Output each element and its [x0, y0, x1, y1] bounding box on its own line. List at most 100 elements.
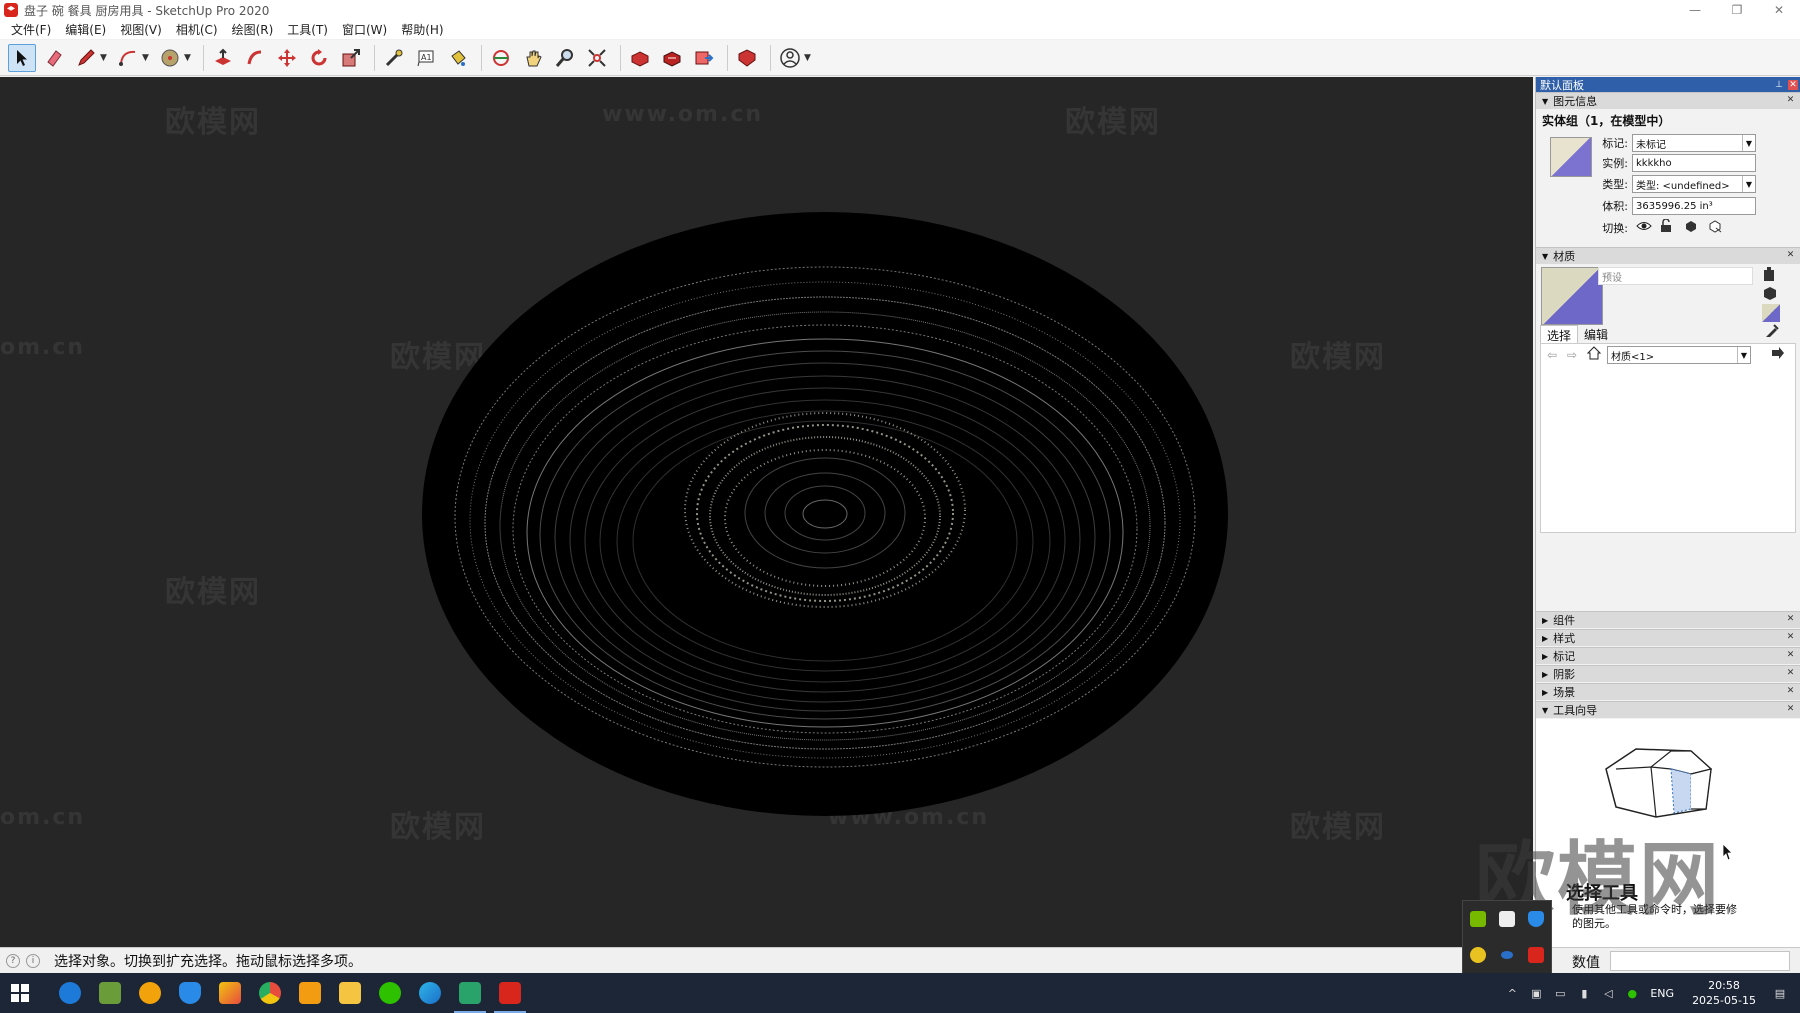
menu-tools[interactable]: 工具(T) [280, 21, 335, 38]
start-button[interactable] [0, 973, 40, 1013]
styles-header[interactable]: ▶ 样式 ✕ [1536, 629, 1800, 646]
tags-header[interactable]: ▶ 标记 ✕ [1536, 647, 1800, 664]
taskbar-minecraft-icon[interactable] [90, 973, 130, 1013]
app-red-icon[interactable] [1528, 947, 1545, 963]
clock[interactable]: 20:58 2025-05-15 [1692, 978, 1756, 1008]
section-close-icon[interactable]: ✕ [1785, 632, 1796, 643]
3d-warehouse-icon[interactable] [626, 44, 654, 72]
eraser-icon[interactable] [40, 44, 68, 72]
model-viewport[interactable]: 欧模网 www.om.cn 欧模网 om.cn 欧模网 www.om.cn 欧模… [0, 77, 1533, 947]
zoom-icon[interactable] [551, 44, 579, 72]
create-material-icon[interactable] [1762, 266, 1776, 285]
taskbar-sketchup-icon[interactable] [490, 973, 530, 1013]
pin-icon[interactable]: ⊥ [1774, 80, 1784, 90]
scale-icon[interactable] [337, 44, 365, 72]
push-pull-icon[interactable] [209, 44, 237, 72]
plate-model[interactable] [0, 77, 1533, 947]
security-shield-icon[interactable] [1528, 911, 1545, 927]
geolocation-icon[interactable]: ? [6, 953, 20, 968]
follow-me-icon[interactable] [241, 44, 269, 72]
plus-app-icon[interactable] [1469, 947, 1486, 963]
usb-icon[interactable]: ▮ [1576, 985, 1592, 1001]
tape-measure-icon[interactable] [380, 44, 408, 72]
forward-icon[interactable]: ⇨ [1567, 348, 1577, 362]
taskbar-orange-app-icon[interactable] [290, 973, 330, 1013]
network-share-icon[interactable]: ▣ [1528, 985, 1544, 1001]
move-icon[interactable] [273, 44, 301, 72]
shapes-icon[interactable] [156, 44, 184, 72]
instructor-header[interactable]: ▼ 工具向导 ✕ [1536, 701, 1800, 718]
default-material-swatch[interactable] [1762, 304, 1780, 322]
taskbar-explorer-icon[interactable] [330, 973, 370, 1013]
pencil-icon[interactable] [72, 44, 100, 72]
taskbar-security-icon[interactable] [170, 973, 210, 1013]
close-button[interactable]: ✕ [1758, 0, 1800, 20]
restore-button[interactable]: ❐ [1716, 0, 1758, 20]
menu-help[interactable]: 帮助(H) [394, 21, 450, 38]
arc-icon[interactable] [114, 44, 142, 72]
section-close-icon[interactable]: ✕ [1785, 704, 1796, 715]
components-header[interactable]: ▶ 组件 ✕ [1536, 611, 1800, 628]
material-preview-swatch[interactable] [1541, 267, 1603, 325]
menu-file[interactable]: 文件(F) [4, 21, 58, 38]
arc-dropdown-icon[interactable]: ▼ [142, 53, 152, 63]
tray-close-icon[interactable]: ✕ [1788, 79, 1798, 90]
details-arrow-icon[interactable] [1771, 346, 1785, 363]
language-indicator[interactable]: ENG [1650, 987, 1674, 1000]
taskbar-edge-icon[interactable] [410, 973, 450, 1013]
orbit-icon[interactable] [487, 44, 515, 72]
menu-view[interactable]: 视图(V) [113, 21, 169, 38]
taskbar-store-icon[interactable] [210, 973, 250, 1013]
tab-edit[interactable]: 编辑 [1578, 325, 1614, 345]
pencil-dropdown-icon[interactable]: ▼ [100, 53, 110, 63]
extension-warehouse-icon[interactable] [658, 44, 686, 72]
instance-field[interactable]: kkkkho [1632, 154, 1756, 172]
wechat-tray-icon[interactable]: ● [1624, 985, 1640, 1001]
taskbar-wechat-icon[interactable] [370, 973, 410, 1013]
measurements-input[interactable] [1610, 951, 1790, 971]
display-secondary-icon[interactable] [1762, 285, 1778, 304]
tab-select[interactable]: 选择 [1540, 325, 1579, 345]
section-close-icon[interactable]: ✕ [1785, 95, 1796, 106]
windows-update-icon[interactable] [1498, 911, 1515, 927]
collection-dropdown[interactable]: 材质<1> ▼ [1607, 346, 1751, 364]
taskbar-ie-icon[interactable] [50, 973, 90, 1013]
material-name-field[interactable]: 预设 [1598, 267, 1753, 285]
section-close-icon[interactable]: ✕ [1785, 614, 1796, 625]
extension-manager-icon[interactable] [733, 44, 761, 72]
taskbar-player-icon[interactable] [130, 973, 170, 1013]
back-icon[interactable]: ⇦ [1547, 348, 1557, 362]
volume-icon[interactable]: ◁ [1600, 985, 1616, 1001]
receive-shadows-icon[interactable] [1684, 219, 1702, 236]
notifications-icon[interactable]: ▤ [1772, 985, 1788, 1001]
show-hidden-icons-chevron-icon[interactable]: ^ [1504, 985, 1520, 1001]
section-close-icon[interactable]: ✕ [1785, 650, 1796, 661]
display-icon[interactable]: ▭ [1552, 985, 1568, 1001]
scenes-header[interactable]: ▶ 场景 ✕ [1536, 683, 1800, 700]
send-to-layout-icon[interactable] [690, 44, 718, 72]
nvidia-icon[interactable] [1469, 911, 1486, 927]
menu-edit[interactable]: 编辑(E) [58, 21, 113, 38]
menu-camera[interactable]: 相机(C) [169, 21, 225, 38]
tag-dropdown[interactable]: 未标记 ▼ [1632, 134, 1756, 152]
account-icon[interactable] [776, 44, 804, 72]
info-icon[interactable]: i [26, 953, 40, 968]
entity-info-header[interactable]: ▼ 图元信息 ✕ [1536, 92, 1800, 109]
visibility-eye-icon[interactable] [1636, 220, 1654, 235]
type-dropdown[interactable]: 类型: <undefined> ▼ [1632, 175, 1756, 193]
zoom-extents-icon[interactable] [583, 44, 611, 72]
onedrive-icon[interactable] [1500, 951, 1513, 959]
section-close-icon[interactable]: ✕ [1785, 668, 1796, 679]
paint-bucket-icon[interactable] [444, 44, 472, 72]
eyedropper-icon[interactable] [1764, 323, 1780, 342]
pan-icon[interactable] [519, 44, 547, 72]
entity-material-swatch[interactable] [1550, 137, 1592, 177]
section-close-icon[interactable]: ✕ [1785, 686, 1796, 697]
materials-header[interactable]: ▼ 材质 ✕ [1536, 247, 1800, 264]
lock-icon[interactable] [1660, 218, 1678, 236]
shapes-dropdown-icon[interactable]: ▼ [184, 53, 194, 63]
rotate-icon[interactable] [305, 44, 333, 72]
shadows-header[interactable]: ▶ 阴影 ✕ [1536, 665, 1800, 682]
taskbar-app-3-icon[interactable] [450, 973, 490, 1013]
account-dropdown-icon[interactable]: ▼ [804, 53, 814, 63]
